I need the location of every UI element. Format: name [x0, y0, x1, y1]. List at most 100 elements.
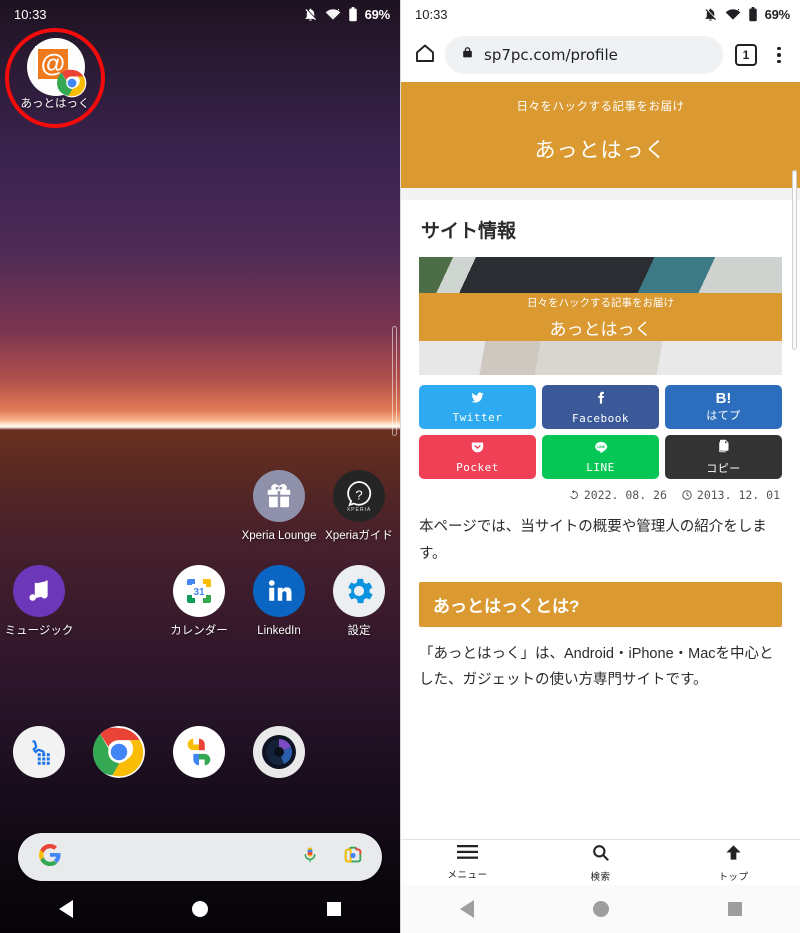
app-icon-camera[interactable]: [240, 726, 318, 778]
sitenav-menu[interactable]: メニュー: [401, 844, 534, 881]
webpage-viewport[interactable]: 日々をハックする記事をお届け あっとはっく サイト情報 日々をハックする記事をお…: [401, 82, 800, 839]
battery-icon: [748, 6, 758, 22]
site-title: あっとはっく: [534, 139, 667, 162]
battery-icon: [348, 6, 358, 22]
sitenav-label: メニュー: [447, 870, 488, 881]
sitenav-top[interactable]: トップ: [667, 843, 800, 883]
google-search-bar[interactable]: [18, 833, 382, 881]
facebook-f-icon: [593, 390, 608, 411]
app-icon-settings[interactable]: 設定: [320, 565, 398, 638]
address-bar[interactable]: sp7pc.com/profile: [445, 36, 723, 74]
google-g-icon: [38, 843, 62, 872]
share-label: Twitter: [452, 411, 503, 424]
app-icon-photos[interactable]: [160, 726, 238, 778]
app-icon-xperia-lounge[interactable]: Xperia Lounge: [240, 470, 318, 543]
section-divider: [401, 188, 800, 200]
app-grid: Xperia Lounge ? XPERIA Xperiaガイド ミュージック …: [0, 470, 400, 638]
twitter-bird-icon: [469, 390, 486, 410]
page-scrollbar[interactable]: [792, 170, 797, 350]
app-shortcut-label: あっとはっく: [20, 98, 90, 110]
share-pocket-button[interactable]: Pocket: [419, 435, 536, 479]
music-note-icon: [13, 565, 65, 618]
search-icon: [591, 843, 610, 867]
app-label: 設定: [347, 625, 371, 638]
dual-screenshot: 10:33 69% @ あっとはっく Xperia Lounge ? XPERI…: [0, 0, 800, 933]
kebab-menu-icon[interactable]: [767, 46, 791, 64]
share-facebook-button[interactable]: Facebook: [542, 385, 659, 429]
copy-icon: [716, 438, 731, 459]
share-hatena-button[interactable]: B! はてプ: [665, 385, 782, 429]
share-label: コピー: [706, 462, 741, 475]
battery-percentage: 69%: [364, 6, 391, 22]
app-icon-music[interactable]: ミュージック: [0, 565, 78, 638]
status-bar: 10:33 69%: [401, 0, 800, 28]
lock-icon: [461, 45, 474, 65]
recents-square-icon[interactable]: [326, 902, 341, 916]
sitenav-search[interactable]: 検索: [534, 843, 667, 883]
app-label: Xperia Lounge: [241, 530, 317, 542]
tab-counter[interactable]: 1: [735, 44, 757, 66]
line-icon: LINE: [593, 440, 609, 460]
sitenav-label: トップ: [718, 871, 749, 883]
share-twitter-button[interactable]: Twitter: [419, 385, 536, 429]
app-icon-linkedin[interactable]: LinkedIn: [240, 565, 318, 638]
arrow-up-icon: [724, 843, 743, 867]
chrome-icon: [93, 726, 145, 778]
android-home-screen: 10:33 69% @ あっとはっく Xperia Lounge ? XPERI…: [0, 0, 400, 933]
home-circle-icon[interactable]: [592, 901, 609, 917]
post-dates: 2022. 08. 26 2013. 12. 01: [401, 479, 800, 502]
microphone-icon[interactable]: [300, 845, 320, 870]
share-label: Facebook: [572, 411, 629, 425]
battery-percentage: 69%: [764, 6, 791, 22]
hatena-b-icon: B!: [715, 390, 732, 407]
atthack-icon: @: [27, 38, 87, 98]
share-copy-button[interactable]: コピー: [665, 435, 782, 479]
linkedin-icon: [253, 565, 305, 618]
app-label: カレンダー: [170, 625, 228, 638]
gear-icon: [333, 565, 385, 618]
share-label: はてプ: [706, 409, 741, 422]
app-icon-phone[interactable]: [0, 726, 78, 778]
notifications-off-icon: [303, 7, 318, 22]
share-line-button[interactable]: LINE LINE: [542, 435, 659, 479]
phone-icon: [13, 726, 65, 778]
gift-icon: [253, 470, 305, 522]
updated-date: 2022. 08. 26: [568, 488, 667, 502]
app-icon-calendar[interactable]: 31 カレンダー: [160, 565, 238, 638]
back-triangle-icon[interactable]: [59, 900, 74, 918]
camera-icon: [253, 726, 305, 778]
app-shortcut-atthack[interactable]: @ あっとはっく: [5, 28, 105, 138]
site-bottom-nav: メニュー 検索 トップ: [401, 839, 800, 885]
app-icon-chrome[interactable]: [80, 726, 158, 778]
share-label: Pocket: [456, 461, 499, 474]
google-lens-icon[interactable]: [342, 844, 364, 871]
wifi-icon: [725, 7, 741, 21]
browser-toolbar: sp7pc.com/profile 1: [401, 28, 800, 82]
hamburger-icon: [457, 844, 478, 865]
share-label: LINE: [586, 461, 615, 474]
article: サイト情報 日々をハックする記事をお届け あっとはっく Twitter Face…: [401, 200, 800, 695]
eyecatch-photo-top: [419, 257, 782, 293]
wifi-icon: [325, 7, 341, 21]
system-navigation-bar: [401, 885, 800, 933]
share-button-group: Twitter Facebook B! はてプ Pocket LINE LINE…: [401, 375, 800, 479]
site-tagline: 日々をハックする記事をお届け: [516, 101, 685, 113]
recents-square-icon[interactable]: [727, 902, 742, 916]
intro-paragraph: 本ページでは、当サイトの概要や管理人の紹介をします。: [419, 519, 767, 562]
calendar-icon: 31: [173, 565, 225, 618]
published-date-text: 2013. 12. 01: [696, 488, 780, 502]
eyecatch-title: あっとはっく: [549, 319, 652, 339]
back-triangle-icon[interactable]: [460, 900, 475, 918]
system-navigation-bar: [0, 885, 400, 933]
app-icon-xperia-guide[interactable]: ? XPERIA Xperiaガイド: [320, 470, 398, 543]
home-icon[interactable]: [413, 41, 437, 70]
page-indicator[interactable]: [392, 326, 397, 436]
app-label: LinkedIn: [257, 625, 301, 638]
eyecatch-photo-bottom: [419, 341, 782, 375]
chrome-browser-screen: 10:33 69% sp7pc.com/profile 1 日々をハックする記事…: [400, 0, 800, 933]
app-label: Xperiaガイド: [325, 530, 393, 542]
eyecatch-overlay: 日々をハックする記事をお届け あっとはっく: [419, 293, 782, 341]
home-circle-icon[interactable]: [191, 901, 208, 917]
url-text: sp7pc.com/profile: [484, 46, 618, 64]
status-time: 10:33: [14, 6, 47, 22]
